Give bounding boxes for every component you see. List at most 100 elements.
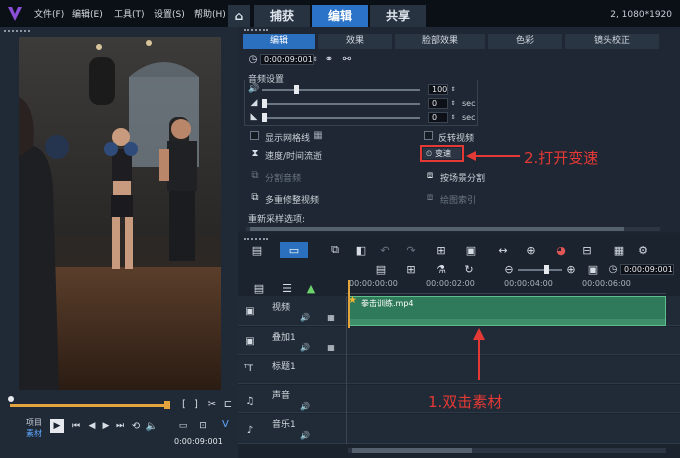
menu-help[interactable]: 帮助(H)	[194, 7, 226, 20]
playback-scrubber[interactable]	[10, 404, 170, 407]
fit-frame-icon[interactable]: ▣	[464, 243, 478, 257]
fade-in-slider-knob[interactable]	[262, 99, 267, 108]
go-start-icon[interactable]: ⏮	[70, 420, 82, 432]
timeline-view-icon[interactable]: ▭	[280, 242, 308, 258]
crop-icon[interactable]: ⊡	[196, 420, 210, 432]
track-title[interactable]	[238, 356, 680, 384]
fade-out-spin-icon[interactable]: ⇕	[450, 111, 456, 123]
refresh-icon[interactable]: ↻	[462, 262, 476, 276]
clip-label[interactable]: 素材	[26, 428, 50, 439]
split-by-scene-label[interactable]: 按场景分割	[440, 171, 485, 184]
play-button[interactable]: ▶	[50, 419, 64, 433]
overlay-track-grid-icon[interactable]: ▦	[326, 342, 336, 352]
add-track-icon[interactable]: ▤	[252, 281, 266, 295]
reverse-video-checkbox[interactable]	[424, 131, 433, 140]
zoom-in-icon[interactable]: ⊕	[564, 262, 578, 276]
fade-in-field[interactable]: 0	[428, 98, 448, 109]
fade-out-slider-knob[interactable]	[262, 113, 267, 122]
multicam-icon[interactable]: ⊟	[580, 243, 594, 257]
repeat-icon[interactable]: ⟲	[130, 420, 142, 432]
timeline-ruler[interactable]: 00:00:00:00 00:00:02:00 00:00:04:00 00:0…	[346, 278, 666, 294]
split-clip-icon[interactable]: ↔	[496, 243, 510, 257]
speed-time-label[interactable]: 速度/时间流逝	[265, 149, 322, 162]
fade-out-slider[interactable]	[262, 117, 420, 119]
fade-in-spin-icon[interactable]: ⇕	[450, 97, 456, 109]
track-list-icon[interactable]: ☰	[280, 281, 294, 295]
fade-out-field[interactable]: 0	[428, 112, 448, 123]
audio-mixer-icon[interactable]: ⚗	[434, 262, 448, 276]
fit-project-icon[interactable]: ▣	[586, 262, 600, 276]
subtab-color[interactable]: 色彩	[488, 34, 562, 49]
fade-in-slider[interactable]	[262, 103, 420, 105]
zoom-slider[interactable]	[518, 269, 562, 271]
subtab-face-effects[interactable]: 脸部效果	[395, 34, 485, 49]
volume-field[interactable]: 100	[428, 84, 448, 95]
music-track-volume-icon[interactable]: 🔊	[300, 430, 310, 440]
aspect-icon[interactable]: ▭	[176, 420, 190, 432]
options-scrollbar-thumb[interactable]	[250, 227, 624, 231]
zoom-out-icon[interactable]: ⊖	[502, 262, 516, 276]
project-label[interactable]: 项目	[26, 417, 50, 428]
subtab-effects[interactable]: 效果	[318, 34, 392, 49]
menu-edit[interactable]: 编辑(E)	[72, 7, 103, 20]
project-clip-toggle[interactable]: 项目 素材	[26, 417, 50, 439]
zoom-slider-knob[interactable]	[544, 265, 549, 274]
overlay-track-volume-icon[interactable]: 🔊	[300, 342, 310, 352]
show-grid-label[interactable]: 显示网格线	[265, 131, 310, 144]
video-clip[interactable]: 拳击训练.mp4	[348, 296, 666, 326]
prev-frame-icon[interactable]: ◀	[86, 420, 98, 432]
track-manager-icon[interactable]: ⧉	[328, 243, 342, 257]
show-grid-checkbox[interactable]	[250, 131, 259, 140]
auto-music-icon[interactable]: ▦	[612, 243, 626, 257]
video-track-volume-icon[interactable]: 🔊	[300, 312, 310, 322]
tab-home[interactable]: ⌂	[228, 5, 250, 27]
mask-creator-icon[interactable]: ◕	[554, 243, 568, 257]
template-icon[interactable]: ▤	[374, 262, 388, 276]
reverse-video-label[interactable]: 反转视频	[438, 131, 474, 144]
volume-slider-knob[interactable]	[294, 85, 299, 94]
menu-tools[interactable]: 工具(T)	[114, 7, 145, 20]
split-icon[interactable]: ⊏	[222, 398, 234, 410]
menu-settings[interactable]: 设置(S)	[154, 7, 185, 20]
grid-settings-icon[interactable]: ▦	[312, 130, 324, 141]
duration-spin-icon[interactable]: ⇕	[312, 53, 318, 65]
motion-tracking-icon[interactable]: ⊕	[524, 243, 538, 257]
trim-end-marker[interactable]	[164, 401, 170, 409]
scrubber-start-handle[interactable]	[8, 396, 14, 402]
next-frame-icon[interactable]: ▶	[100, 420, 112, 432]
preview-timecode[interactable]: 0:00:09:001	[174, 437, 223, 446]
multi-trim-label[interactable]: 多重修整视频	[265, 193, 319, 206]
go-end-icon[interactable]: ⏭	[114, 420, 126, 432]
cut-icon[interactable]: ✂	[206, 398, 218, 410]
tab-share[interactable]: 共享	[370, 5, 426, 27]
record-capture-icon[interactable]: ⊞	[434, 243, 448, 257]
tab-edit[interactable]: 编辑	[312, 5, 368, 27]
trim-bracket-icon[interactable]: [	[178, 398, 190, 410]
speed-time-icon[interactable]: ⧗	[249, 148, 261, 159]
ripple-edit-icon[interactable]: ▲	[304, 281, 318, 295]
speed-button[interactable]: ⏲ 变速	[423, 148, 461, 159]
playhead[interactable]	[348, 280, 350, 328]
audio-tool-icon-2[interactable]: ⚯	[340, 53, 354, 65]
multi-trim-icon[interactable]: ⧉	[249, 192, 261, 203]
voice-track-volume-icon[interactable]: 🔊	[300, 401, 310, 411]
menu-file[interactable]: 文件(F)	[34, 7, 64, 20]
playback-mode-icon[interactable]: V	[222, 419, 229, 430]
timeline-scrollbar-thumb[interactable]	[352, 448, 472, 453]
subtab-lens-correction[interactable]: 镜头校正	[565, 34, 659, 49]
mark-out-icon[interactable]: ]	[190, 398, 202, 410]
timeline-timecode[interactable]: 0:00:09:001	[620, 264, 674, 275]
audio-tool-icon-1[interactable]: ⚭	[322, 53, 336, 65]
grid-icon[interactable]: ⊞	[404, 262, 418, 276]
storyboard-view-icon[interactable]: ▤	[250, 243, 264, 257]
tab-capture[interactable]: 捕获	[254, 5, 310, 27]
subtab-edit[interactable]: 编辑	[243, 34, 315, 49]
undo-icon[interactable]: ↶	[378, 243, 392, 257]
chapter-icon[interactable]: ◧	[354, 243, 368, 257]
redo-icon[interactable]: ↷	[404, 243, 418, 257]
settings-icon[interactable]: ⚙	[636, 243, 650, 257]
video-track-grid-icon[interactable]: ▦	[326, 312, 336, 322]
volume-icon[interactable]: 🔈	[146, 420, 158, 432]
volume-spin-icon[interactable]: ⇕	[450, 83, 456, 95]
duration-field[interactable]: 0:00:09:001	[260, 54, 314, 65]
